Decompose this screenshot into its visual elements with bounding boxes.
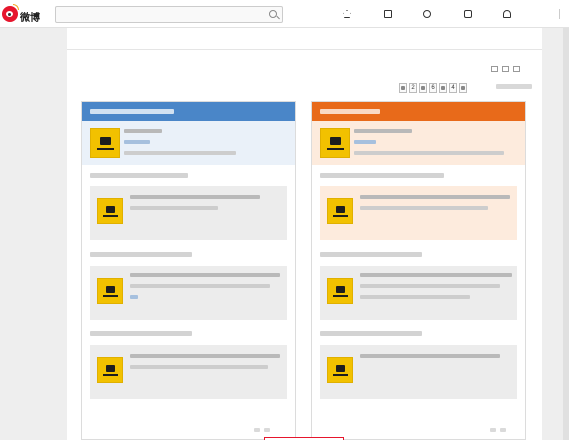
message-text	[360, 206, 488, 210]
message-card	[320, 266, 517, 320]
profile-location	[124, 140, 150, 144]
section-title	[90, 173, 188, 178]
pager-cell[interactable]	[439, 83, 447, 93]
message-text	[360, 195, 510, 199]
top-nav-bar: 微博	[0, 0, 569, 28]
top-pager: 2 6 4	[399, 83, 467, 93]
right-profile-card	[312, 121, 525, 165]
nav-profile[interactable]	[503, 9, 513, 19]
pager-cell[interactable]	[419, 83, 427, 93]
avatar[interactable]	[327, 198, 353, 224]
bottom-pager	[490, 428, 506, 432]
left-column	[81, 101, 296, 440]
tab-bar	[67, 28, 542, 50]
pager-number-6[interactable]: 6	[429, 83, 437, 93]
avatar[interactable]	[97, 278, 123, 304]
profile-info	[354, 151, 504, 155]
section-title	[320, 252, 422, 257]
left-column-header	[82, 102, 295, 121]
message-card	[320, 345, 517, 399]
avatar[interactable]	[97, 357, 123, 383]
search-box[interactable]	[55, 6, 283, 23]
message-text	[360, 273, 512, 277]
nav-home[interactable]	[343, 9, 353, 19]
right-column	[311, 101, 526, 440]
section-title	[90, 252, 192, 257]
message-text	[130, 273, 280, 277]
section-title	[320, 173, 444, 178]
video-icon	[384, 10, 392, 18]
profile-location	[354, 140, 376, 144]
home-icon	[343, 10, 351, 18]
weibo-logo[interactable]: 微博	[2, 4, 42, 24]
message-link[interactable]	[130, 295, 138, 299]
avatar[interactable]	[90, 128, 120, 158]
avatar[interactable]	[327, 278, 353, 304]
pager-number-4[interactable]: 4	[449, 83, 457, 93]
message-card	[90, 266, 287, 320]
profile-name[interactable]	[124, 129, 162, 133]
tool-icon-2[interactable]	[502, 66, 509, 72]
message-text	[360, 284, 500, 288]
message-text	[130, 195, 260, 199]
pager-link[interactable]	[500, 428, 506, 432]
nav-divider	[559, 9, 560, 19]
pager-link[interactable]	[254, 428, 260, 432]
profile-name[interactable]	[354, 129, 412, 133]
nav-discover[interactable]	[423, 9, 433, 19]
message-text	[130, 354, 280, 358]
meta-row: 2 6 4	[79, 83, 532, 93]
right-column-header	[312, 102, 525, 121]
section-title	[90, 331, 192, 336]
nav-game[interactable]	[464, 9, 474, 19]
game-icon	[464, 10, 472, 18]
message-text	[130, 365, 268, 369]
right-header-text	[320, 109, 380, 114]
search-icon[interactable]	[269, 10, 277, 18]
message-text	[130, 284, 270, 288]
signal-wave-icon	[13, 4, 19, 10]
pager-link[interactable]	[490, 428, 496, 432]
user-icon	[503, 10, 511, 18]
message-card	[90, 345, 287, 399]
message-text	[360, 354, 500, 358]
message-text	[360, 295, 470, 299]
left-header-text	[90, 109, 174, 114]
main-content-card: 2 6 4	[67, 28, 542, 440]
pager-link[interactable]	[264, 428, 270, 432]
section-title	[320, 331, 422, 336]
avatar[interactable]	[97, 198, 123, 224]
profile-info	[124, 151, 236, 155]
message-text	[130, 206, 218, 210]
search-input[interactable]	[56, 7, 256, 22]
tool-icon-3[interactable]	[513, 66, 520, 72]
logo-wordmark: 微博	[20, 13, 40, 24]
bottom-pager	[254, 428, 270, 432]
pager-number-2[interactable]: 2	[409, 83, 417, 93]
message-card	[90, 186, 287, 240]
meta-right-text	[496, 84, 532, 89]
title-tools	[491, 66, 520, 72]
discover-icon	[423, 10, 431, 18]
pager-cell[interactable]	[399, 83, 407, 93]
tool-icon-1[interactable]	[491, 66, 498, 72]
left-profile-card	[82, 121, 295, 165]
nav-video[interactable]	[384, 9, 394, 19]
message-card	[320, 186, 517, 240]
pager-cell[interactable]	[459, 83, 467, 93]
avatar[interactable]	[327, 357, 353, 383]
page-scrollbar[interactable]	[563, 28, 569, 440]
avatar[interactable]	[320, 128, 350, 158]
